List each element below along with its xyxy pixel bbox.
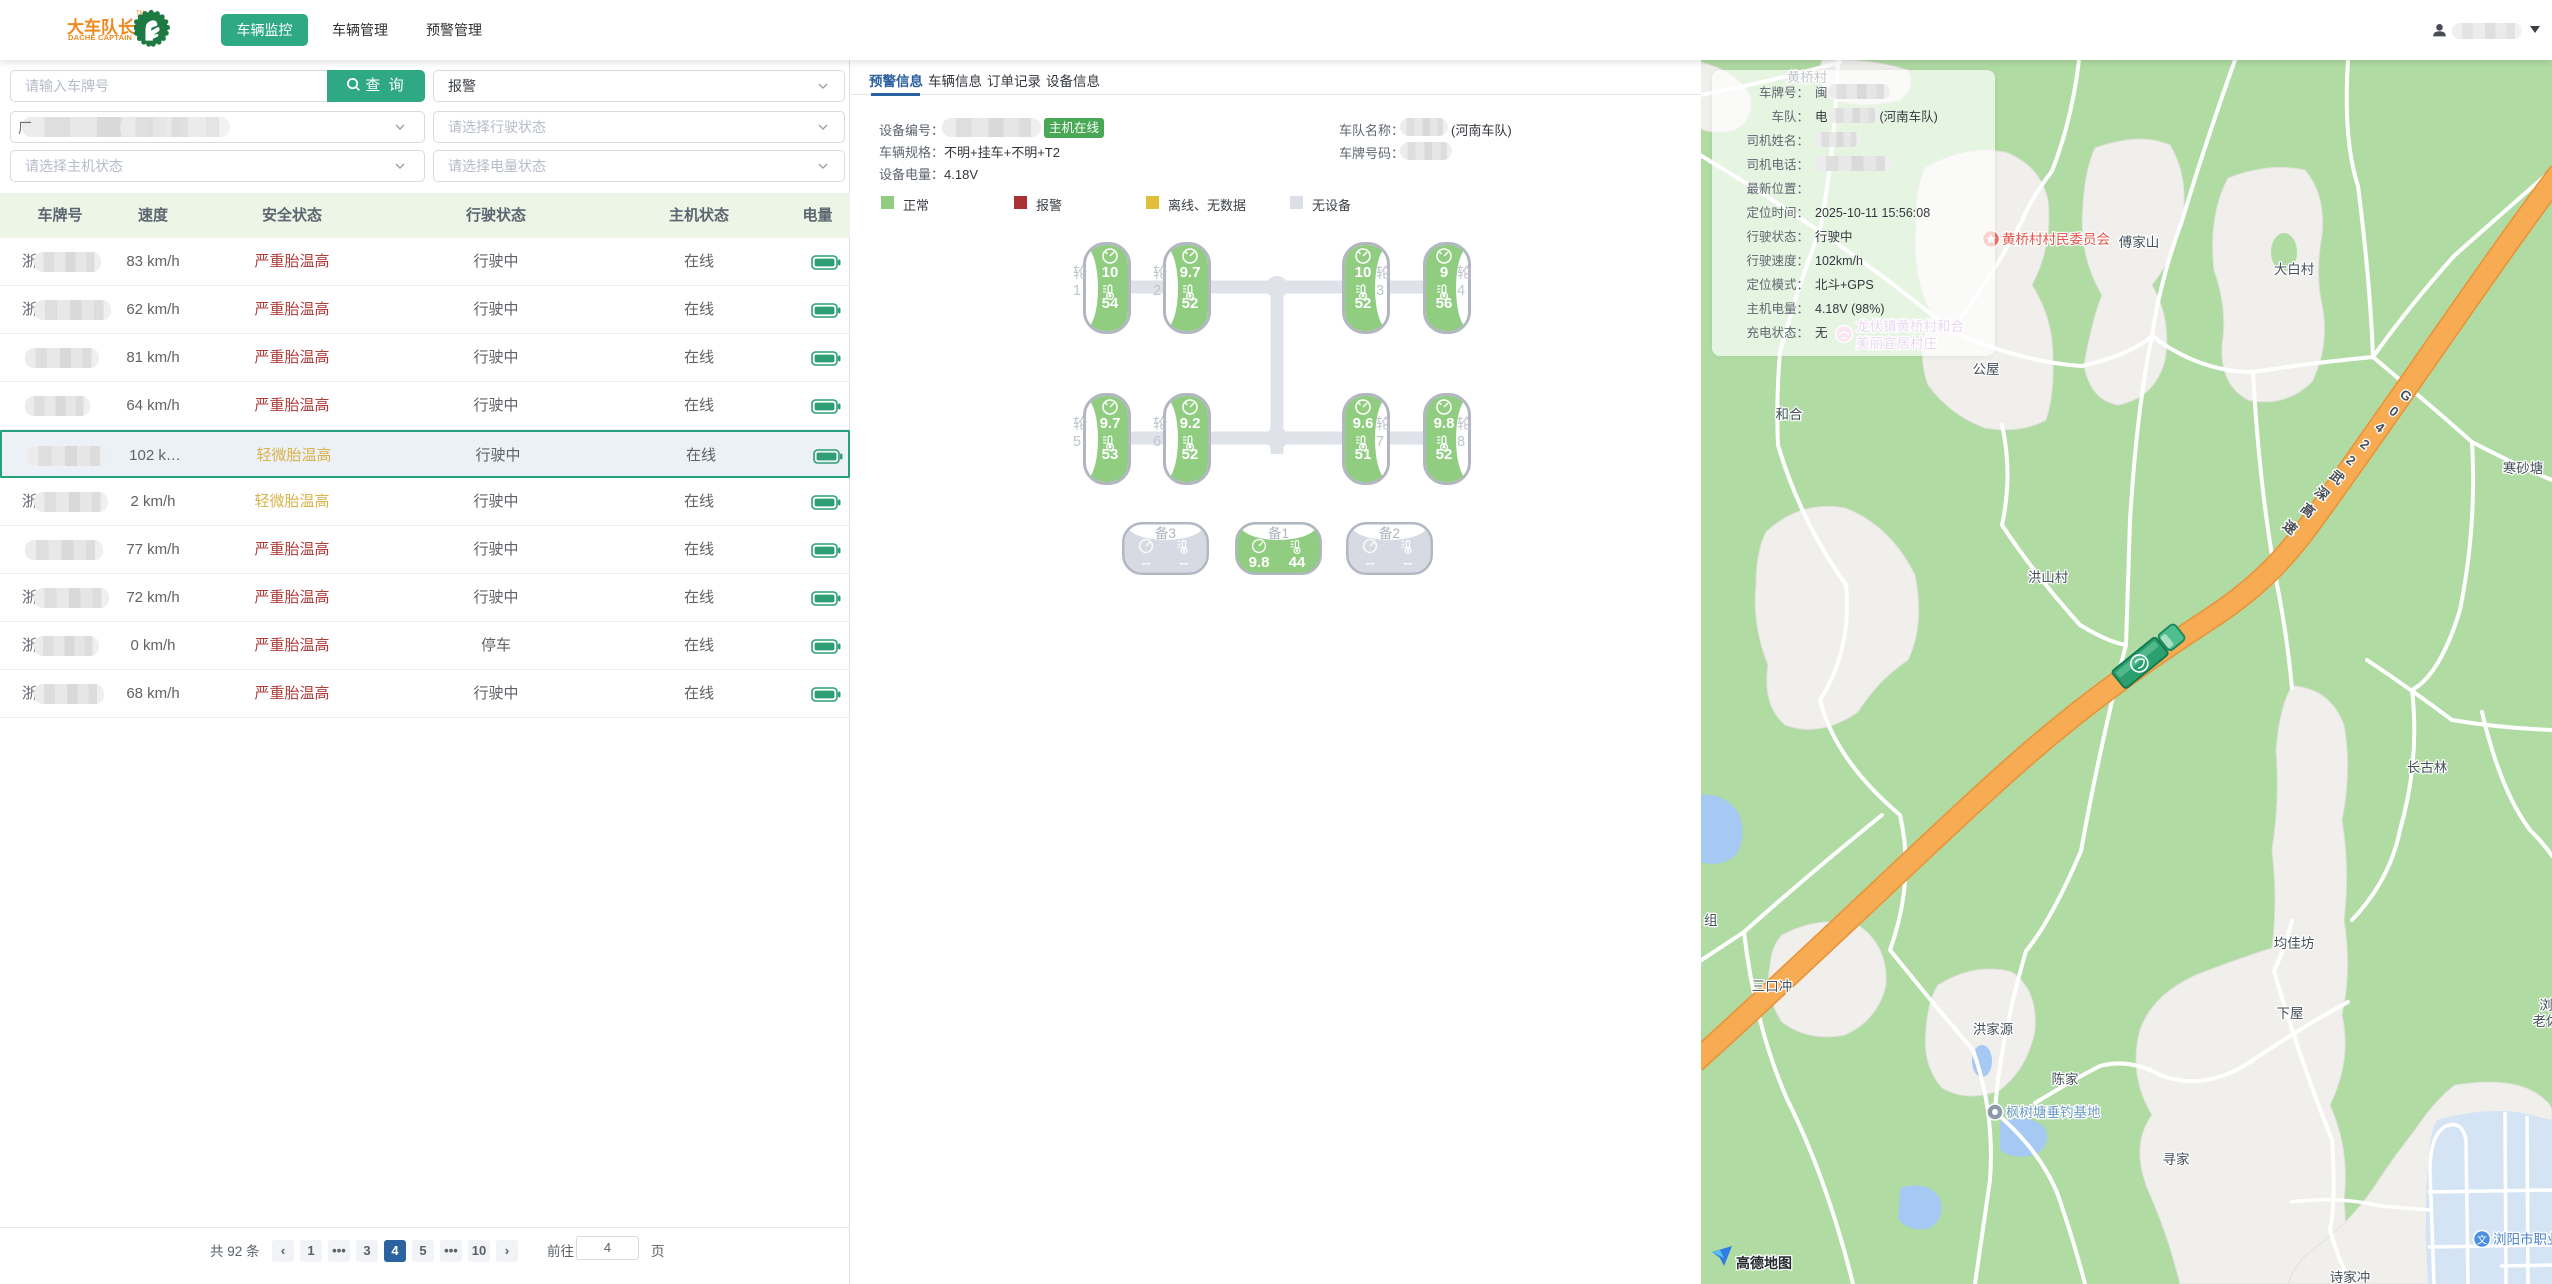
svg-text:洪山村: 洪山村: [2028, 570, 2069, 585]
svg-text:9: 9: [1440, 264, 1448, 281]
svg-text:10: 10: [1355, 264, 1372, 281]
svg-text:高德地图: 高德地图: [1736, 1255, 1792, 1271]
svg-text:备3: 备3: [1155, 525, 1176, 541]
svg-text:44: 44: [1289, 554, 1306, 571]
svg-text:下屋: 下屋: [2277, 1006, 2304, 1021]
svg-text:9.8: 9.8: [1249, 554, 1270, 571]
svg-text:洪家源: 洪家源: [1973, 1021, 2014, 1037]
svg-text:浏阳市职业中: 浏阳市职业中: [2493, 1231, 2552, 1247]
svg-text:9.7: 9.7: [1180, 264, 1201, 281]
svg-text:52: 52: [1355, 295, 1372, 312]
svg-text:56: 56: [1436, 295, 1453, 312]
svg-text:52: 52: [1182, 446, 1199, 463]
svg-text:--: --: [1366, 555, 1375, 570]
svg-text:52: 52: [1436, 446, 1453, 463]
svg-text:备2: 备2: [1379, 525, 1400, 541]
svg-text:寒砂塘: 寒砂塘: [2503, 460, 2544, 476]
svg-text:9.6: 9.6: [1353, 415, 1374, 432]
svg-text:--: --: [1404, 555, 1413, 570]
svg-text:枫树塘垂钓基地: 枫树塘垂钓基地: [2006, 1104, 2101, 1120]
svg-text:三口冲: 三口冲: [1752, 979, 1793, 994]
svg-text:10: 10: [1102, 264, 1119, 281]
svg-text:53: 53: [1102, 446, 1119, 463]
svg-text:52: 52: [1182, 295, 1199, 312]
svg-text:黄桥村村民委员会: 黄桥村村民委员会: [2002, 232, 2110, 247]
svg-text:长古林: 长古林: [2407, 760, 2448, 775]
svg-text:51: 51: [1355, 446, 1372, 463]
svg-text:组: 组: [1704, 913, 1718, 928]
svg-text:傅家山: 傅家山: [2119, 234, 2160, 250]
svg-text:陈家: 陈家: [2052, 1071, 2080, 1087]
svg-text:9.7: 9.7: [1100, 415, 1121, 432]
svg-text:和合: 和合: [1776, 407, 1804, 422]
svg-text:浏: 浏: [2539, 998, 2552, 1013]
svg-text:寻家: 寻家: [2163, 1151, 2191, 1167]
svg-text:均佳坊: 均佳坊: [2274, 936, 2315, 951]
svg-text:备1: 备1: [1268, 525, 1289, 541]
svg-text:--: --: [1142, 555, 1151, 570]
svg-text:大白村: 大白村: [2274, 262, 2315, 277]
svg-text:诗家冲: 诗家冲: [2330, 1269, 2371, 1284]
svg-text:9.8: 9.8: [1434, 415, 1455, 432]
svg-text:54: 54: [1102, 295, 1119, 312]
svg-text:公屋: 公屋: [1973, 362, 2000, 377]
svg-text:9.2: 9.2: [1180, 415, 1201, 432]
svg-text:--: --: [1180, 555, 1189, 570]
svg-text:文: 文: [2477, 1234, 2487, 1247]
svg-text:老佐: 老佐: [2533, 1014, 2552, 1029]
